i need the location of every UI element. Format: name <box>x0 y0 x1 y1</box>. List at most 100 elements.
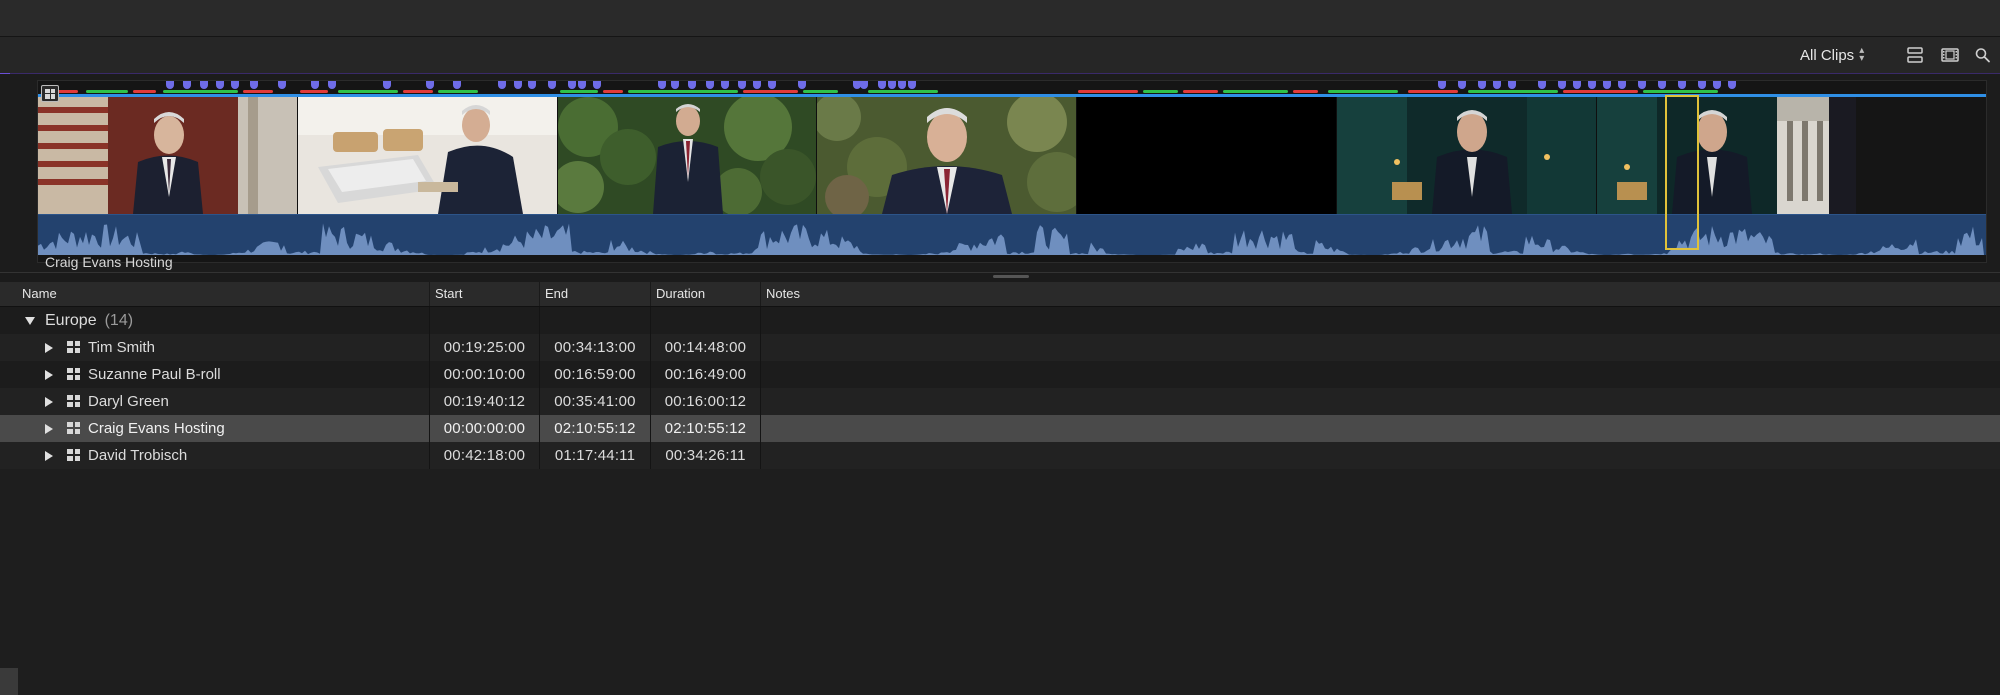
marker-icon[interactable] <box>1438 81 1446 89</box>
marker-icon[interactable] <box>908 81 916 89</box>
marker-icon[interactable] <box>1638 81 1646 89</box>
marker-icon[interactable] <box>200 81 208 89</box>
table-row[interactable]: Suzanne Paul B-roll 00:00:10:00 00:16:59:0… <box>0 361 2000 388</box>
clips-filter-popup[interactable]: All Clips ▴ ▾ <box>1800 43 1864 67</box>
table-row[interactable]: David Trobisch 00:42:18:00 01:17:44:11 00:3… <box>0 442 2000 469</box>
marker-icon[interactable] <box>498 81 506 89</box>
marker-icon[interactable] <box>768 81 776 89</box>
marker-icon[interactable] <box>231 81 239 89</box>
range-bar[interactable] <box>743 90 798 93</box>
range-bar[interactable] <box>1143 90 1178 93</box>
marker-icon[interactable] <box>1618 81 1626 89</box>
notes-cell[interactable] <box>761 442 2000 469</box>
group-row[interactable]: Europe (14) <box>0 307 2000 334</box>
disclosure-closed-icon[interactable] <box>45 370 53 380</box>
marker-icon[interactable] <box>1588 81 1596 89</box>
marker-icon[interactable] <box>888 81 896 89</box>
range-bar[interactable] <box>603 90 623 93</box>
marker-icon[interactable] <box>860 81 868 89</box>
marker-icon[interactable] <box>1478 81 1486 89</box>
notes-cell[interactable] <box>761 361 2000 388</box>
notes-cell[interactable] <box>761 415 2000 442</box>
marker-icon[interactable] <box>658 81 666 89</box>
range-bar[interactable] <box>868 90 938 93</box>
range-bar[interactable] <box>1183 90 1218 93</box>
marker-icon[interactable] <box>898 81 906 89</box>
marker-icon[interactable] <box>1458 81 1466 89</box>
disclosure-closed-icon[interactable] <box>45 397 53 407</box>
marker-icon[interactable] <box>453 81 461 89</box>
range-bar[interactable] <box>300 90 328 93</box>
pane-divider[interactable] <box>0 272 2000 282</box>
marker-icon[interactable] <box>1538 81 1546 89</box>
range-bar[interactable] <box>1223 90 1288 93</box>
marker-icon[interactable] <box>1508 81 1516 89</box>
table-row[interactable]: Tim Smith 00:19:25:00 00:34:13:00 00:14:48:… <box>0 334 2000 361</box>
range-bar[interactable] <box>133 90 156 93</box>
marker-icon[interactable] <box>1658 81 1666 89</box>
range-bar[interactable] <box>163 90 238 93</box>
marker-icon[interactable] <box>578 81 586 89</box>
clip-filmstrip[interactable] <box>37 80 1987 263</box>
column-header-duration[interactable]: Duration <box>651 282 761 306</box>
range-bar[interactable] <box>1408 90 1458 93</box>
disclosure-closed-icon[interactable] <box>45 424 53 434</box>
column-header-notes[interactable]: Notes <box>761 282 2000 306</box>
marker-icon[interactable] <box>1558 81 1566 89</box>
range-bar[interactable] <box>1328 90 1398 93</box>
table-row[interactable]: Craig Evans Hosting 00:00:00:00 02:10:55:1… <box>0 415 2000 442</box>
notes-cell[interactable] <box>761 334 2000 361</box>
marker-icon[interactable] <box>688 81 696 89</box>
range-bar[interactable] <box>803 90 838 93</box>
marker-icon[interactable] <box>528 81 536 89</box>
range-bar[interactable] <box>243 90 273 93</box>
column-header-start[interactable]: Start <box>430 282 540 306</box>
marker-icon[interactable] <box>798 81 806 89</box>
marker-icon[interactable] <box>721 81 729 89</box>
range-bar[interactable] <box>1078 90 1138 93</box>
disclosure-open-icon[interactable] <box>25 317 35 325</box>
disclosure-closed-icon[interactable] <box>45 343 53 353</box>
table-row[interactable]: Daryl Green 00:19:40:12 00:35:41:00 00:16:0… <box>0 388 2000 415</box>
range-bar[interactable] <box>560 90 598 93</box>
range-bar[interactable] <box>1643 90 1718 93</box>
marker-icon[interactable] <box>216 81 224 89</box>
marker-icon[interactable] <box>1698 81 1706 89</box>
range-bar[interactable] <box>1293 90 1318 93</box>
marker-icon[interactable] <box>1493 81 1501 89</box>
marker-icon[interactable] <box>426 81 434 89</box>
resize-handle[interactable] <box>993 275 1029 278</box>
marker-icon[interactable] <box>1603 81 1611 89</box>
marker-icon[interactable] <box>738 81 746 89</box>
range-bar[interactable] <box>1563 90 1638 93</box>
marker-icon[interactable] <box>250 81 258 89</box>
marker-icon[interactable] <box>328 81 336 89</box>
marker-icon[interactable] <box>671 81 679 89</box>
marker-icon[interactable] <box>706 81 714 89</box>
marker-icon[interactable] <box>166 81 174 89</box>
disclosure-closed-icon[interactable] <box>45 451 53 461</box>
marker-icon[interactable] <box>568 81 576 89</box>
range-bar[interactable] <box>86 90 128 93</box>
marker-icon[interactable] <box>1573 81 1581 89</box>
column-header-name[interactable]: Name <box>17 282 430 306</box>
marker-icon[interactable] <box>278 81 286 89</box>
marker-icon[interactable] <box>311 81 319 89</box>
marker-icon[interactable] <box>1728 81 1736 89</box>
search-icon[interactable] <box>1974 47 1992 63</box>
range-bar[interactable] <box>438 90 478 93</box>
clip-appearance-icon[interactable] <box>1906 47 1924 63</box>
column-header-end[interactable]: End <box>540 282 651 306</box>
marker-icon[interactable] <box>1678 81 1686 89</box>
marker-icon[interactable] <box>753 81 761 89</box>
range-bar[interactable] <box>403 90 433 93</box>
range-bar[interactable] <box>1468 90 1558 93</box>
range-bar[interactable] <box>628 90 738 93</box>
marker-icon[interactable] <box>183 81 191 89</box>
marker-icon[interactable] <box>514 81 522 89</box>
marker-icon[interactable] <box>1713 81 1721 89</box>
notes-cell[interactable] <box>761 388 2000 415</box>
marker-icon[interactable] <box>383 81 391 89</box>
marker-icon[interactable] <box>548 81 556 89</box>
marker-icon[interactable] <box>593 81 601 89</box>
